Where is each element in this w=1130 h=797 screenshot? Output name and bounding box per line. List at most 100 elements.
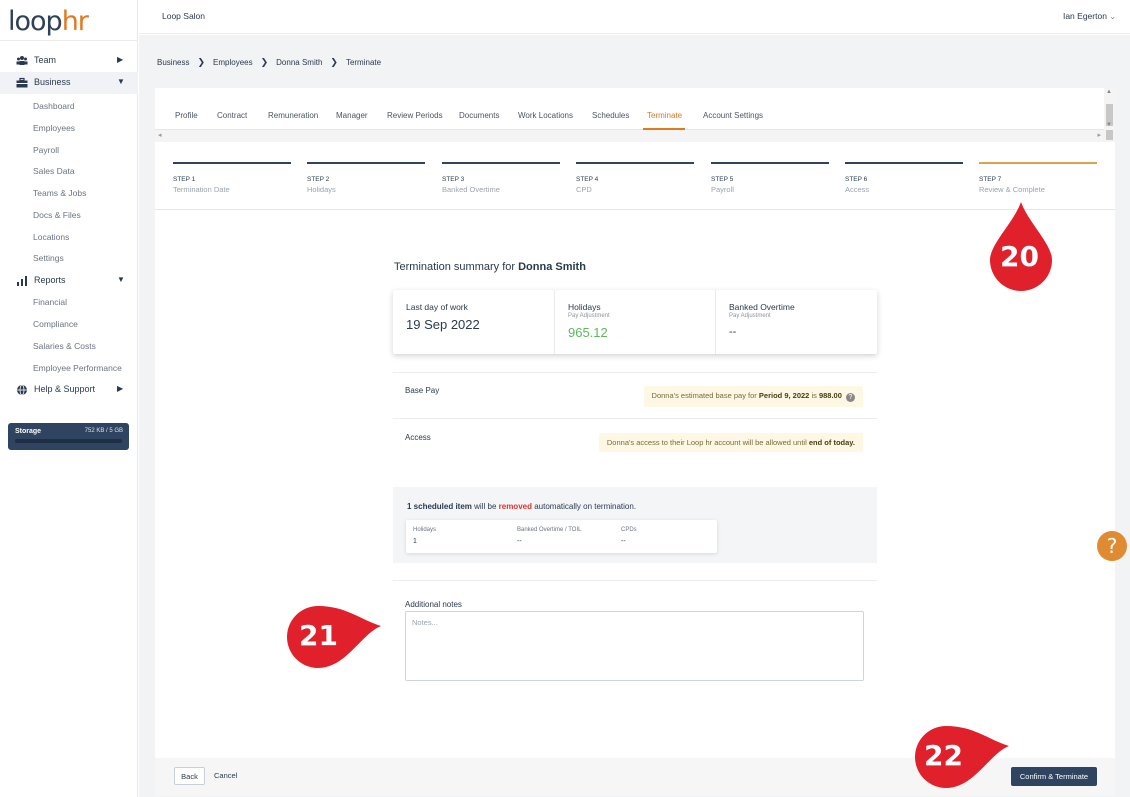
tab-contract[interactable]: Contract [217, 111, 247, 120]
help-button[interactable]: ? [1097, 531, 1127, 561]
stat-sub-label: Pay Adjustment [568, 313, 610, 319]
breadcrumb: Business ❯ Employees ❯ Donna Smith ❯ Ter… [157, 57, 381, 68]
step-5[interactable]: STEP 5 Payroll [711, 162, 829, 194]
sidebar-item-team[interactable]: Team ▶ [0, 50, 138, 72]
chevron-right-icon: ❯ [197, 57, 206, 67]
tab-review-periods[interactable]: Review Periods [387, 111, 443, 120]
tabs-vertical-scrollbar[interactable]: ▲ ▼ [1104, 88, 1115, 142]
breadcrumb-employees[interactable]: Employees [213, 58, 253, 67]
step-2[interactable]: STEP 2 Holidays [307, 162, 425, 194]
tab-profile[interactable]: Profile [175, 111, 198, 120]
sidebar-item-financial[interactable]: Financial [33, 297, 67, 307]
tab-manager[interactable]: Manager [336, 111, 368, 120]
breadcrumb-business[interactable]: Business [157, 58, 189, 67]
storage-meter: Storage 752 KB / 5 GB [8, 423, 129, 450]
stat-label: Last day of work [406, 302, 468, 312]
confirm-terminate-button[interactable]: Confirm & Terminate [1011, 767, 1097, 786]
stat-holidays: Holidays Pay Adjustment 965.12 [554, 290, 715, 354]
chevron-right-icon: ▶ [117, 55, 124, 64]
stat-banked-overtime: Banked Overtime Pay Adjustment -- [715, 290, 876, 354]
breadcrumb-employee[interactable]: Donna Smith [276, 58, 322, 67]
step-1[interactable]: STEP 1 Termination Date [173, 162, 291, 194]
step-6[interactable]: STEP 6 Access [845, 162, 963, 194]
tab-terminate[interactable]: Terminate [647, 111, 682, 120]
scheduled-holidays: Holidays 1 [413, 527, 437, 545]
step-bar [711, 162, 829, 164]
storage-label: Storage [15, 428, 42, 435]
step-name: Banked Overtime [442, 185, 500, 194]
sidebar-item-docs-files[interactable]: Docs & Files [33, 210, 81, 220]
tab-remuneration[interactable]: Remuneration [268, 111, 318, 120]
cancel-button[interactable]: Cancel [214, 771, 237, 780]
access-notice: Donna's access to their Loop hr account … [598, 433, 863, 452]
tab-work-locations[interactable]: Work Locations [518, 111, 573, 120]
tab-documents[interactable]: Documents [459, 111, 499, 120]
sidebar-item-compliance[interactable]: Compliance [33, 319, 78, 329]
divider [393, 372, 877, 373]
sidebar-item-employees[interactable]: Employees [33, 123, 75, 133]
scroll-right-icon[interactable]: ▸ [1097, 131, 1101, 139]
divider [393, 418, 877, 419]
sidebar-item-help-support[interactable]: Help & Support ▶ [0, 379, 138, 401]
employee-tabs: Profile Contract Remuneration Manager Re… [155, 88, 1115, 130]
annotation-marker-21: 21 [286, 604, 384, 670]
step-number: STEP 6 [845, 176, 868, 183]
company-name: Loop Salon [162, 11, 206, 21]
scheduled-items-box: Holidays 1 Banked Overtime / TOIL -- CPDs -… [406, 520, 717, 553]
step-4[interactable]: STEP 4 CPD [576, 162, 694, 194]
sidebar: loophr Team ▶ Business ▼ Dashboard Emplo… [0, 0, 138, 797]
sidebar-item-payroll[interactable]: Payroll [33, 145, 59, 155]
marker-number: 21 [299, 619, 338, 652]
sidebar-item-teams-jobs[interactable]: Teams & Jobs [33, 188, 86, 198]
bar-chart-icon [17, 276, 27, 286]
notes-label: Additional notes [405, 600, 462, 609]
chevron-down-icon: ▼ [117, 275, 125, 284]
back-button[interactable]: Back [174, 767, 205, 785]
user-menu[interactable]: Ian Egerton ⌄ [1063, 11, 1116, 21]
scheduled-cpds: CPDs -- [621, 527, 637, 545]
tabs-horizontal-scrollbar[interactable]: ◂ ▸ [155, 130, 1115, 142]
sidebar-item-label: Team [34, 55, 57, 65]
stat-value: -- [729, 326, 737, 338]
step-7[interactable]: STEP 7 Review & Complete [979, 162, 1097, 194]
sidebar-item-settings[interactable]: Settings [33, 253, 64, 263]
summary-stats: Last day of work 19 Sep 2022 Holidays Pa… [393, 290, 877, 354]
user-name: Ian Egerton [1062, 11, 1107, 21]
storage-bar [15, 439, 122, 443]
sidebar-item-employee-performance[interactable]: Employee Performance [33, 363, 122, 373]
termination-stepper: STEP 1 Termination Date STEP 2 Holidays ST… [155, 142, 1115, 210]
sidebar-item-business[interactable]: Business ▼ [0, 72, 138, 94]
step-bar [576, 162, 694, 164]
sidebar-item-sales-data[interactable]: Sales Data [33, 166, 75, 176]
chevron-down-icon: ⌄ [1109, 12, 1116, 21]
step-number: STEP 3 [442, 176, 465, 183]
step-name: Access [845, 185, 870, 194]
tab-account-settings[interactable]: Account Settings [703, 111, 763, 120]
additional-notes-input[interactable] [405, 611, 864, 681]
top-bar: Loop Salon Ian Egerton ⌄ [139, 0, 1130, 34]
storage-value: 752 KB / 5 GB [84, 428, 123, 434]
chevron-right-icon: ❯ [260, 57, 269, 67]
team-icon [16, 56, 28, 65]
sidebar-item-dashboard[interactable]: Dashboard [33, 101, 75, 111]
globe-icon [17, 384, 27, 396]
stat-value: 965.12 [568, 325, 608, 340]
tab-schedules[interactable]: Schedules [592, 111, 629, 120]
briefcase-icon [16, 77, 28, 88]
step-bar [845, 162, 963, 164]
scroll-left-icon[interactable]: ◂ [158, 131, 162, 139]
scroll-up-icon[interactable]: ▲ [1106, 89, 1112, 95]
help-circle-icon[interactable]: ? [846, 393, 855, 402]
access-label: Access [405, 433, 431, 442]
scroll-down-icon[interactable]: ▼ [1106, 122, 1112, 128]
step-number: STEP 1 [173, 176, 196, 183]
step-name: Review & Complete [979, 185, 1045, 194]
scrollbar-thumb[interactable] [1106, 130, 1113, 140]
step-name: Holidays [307, 185, 336, 194]
sidebar-item-salaries-costs[interactable]: Salaries & Costs [33, 341, 96, 351]
scheduled-items-panel: 1 scheduled item will be removed automat… [393, 487, 877, 563]
step-3[interactable]: STEP 3 Banked Overtime [442, 162, 560, 194]
sidebar-item-reports[interactable]: Reports ▼ [0, 270, 138, 292]
sidebar-item-locations[interactable]: Locations [33, 232, 69, 242]
loophr-logo[interactable]: loophr [8, 6, 89, 37]
